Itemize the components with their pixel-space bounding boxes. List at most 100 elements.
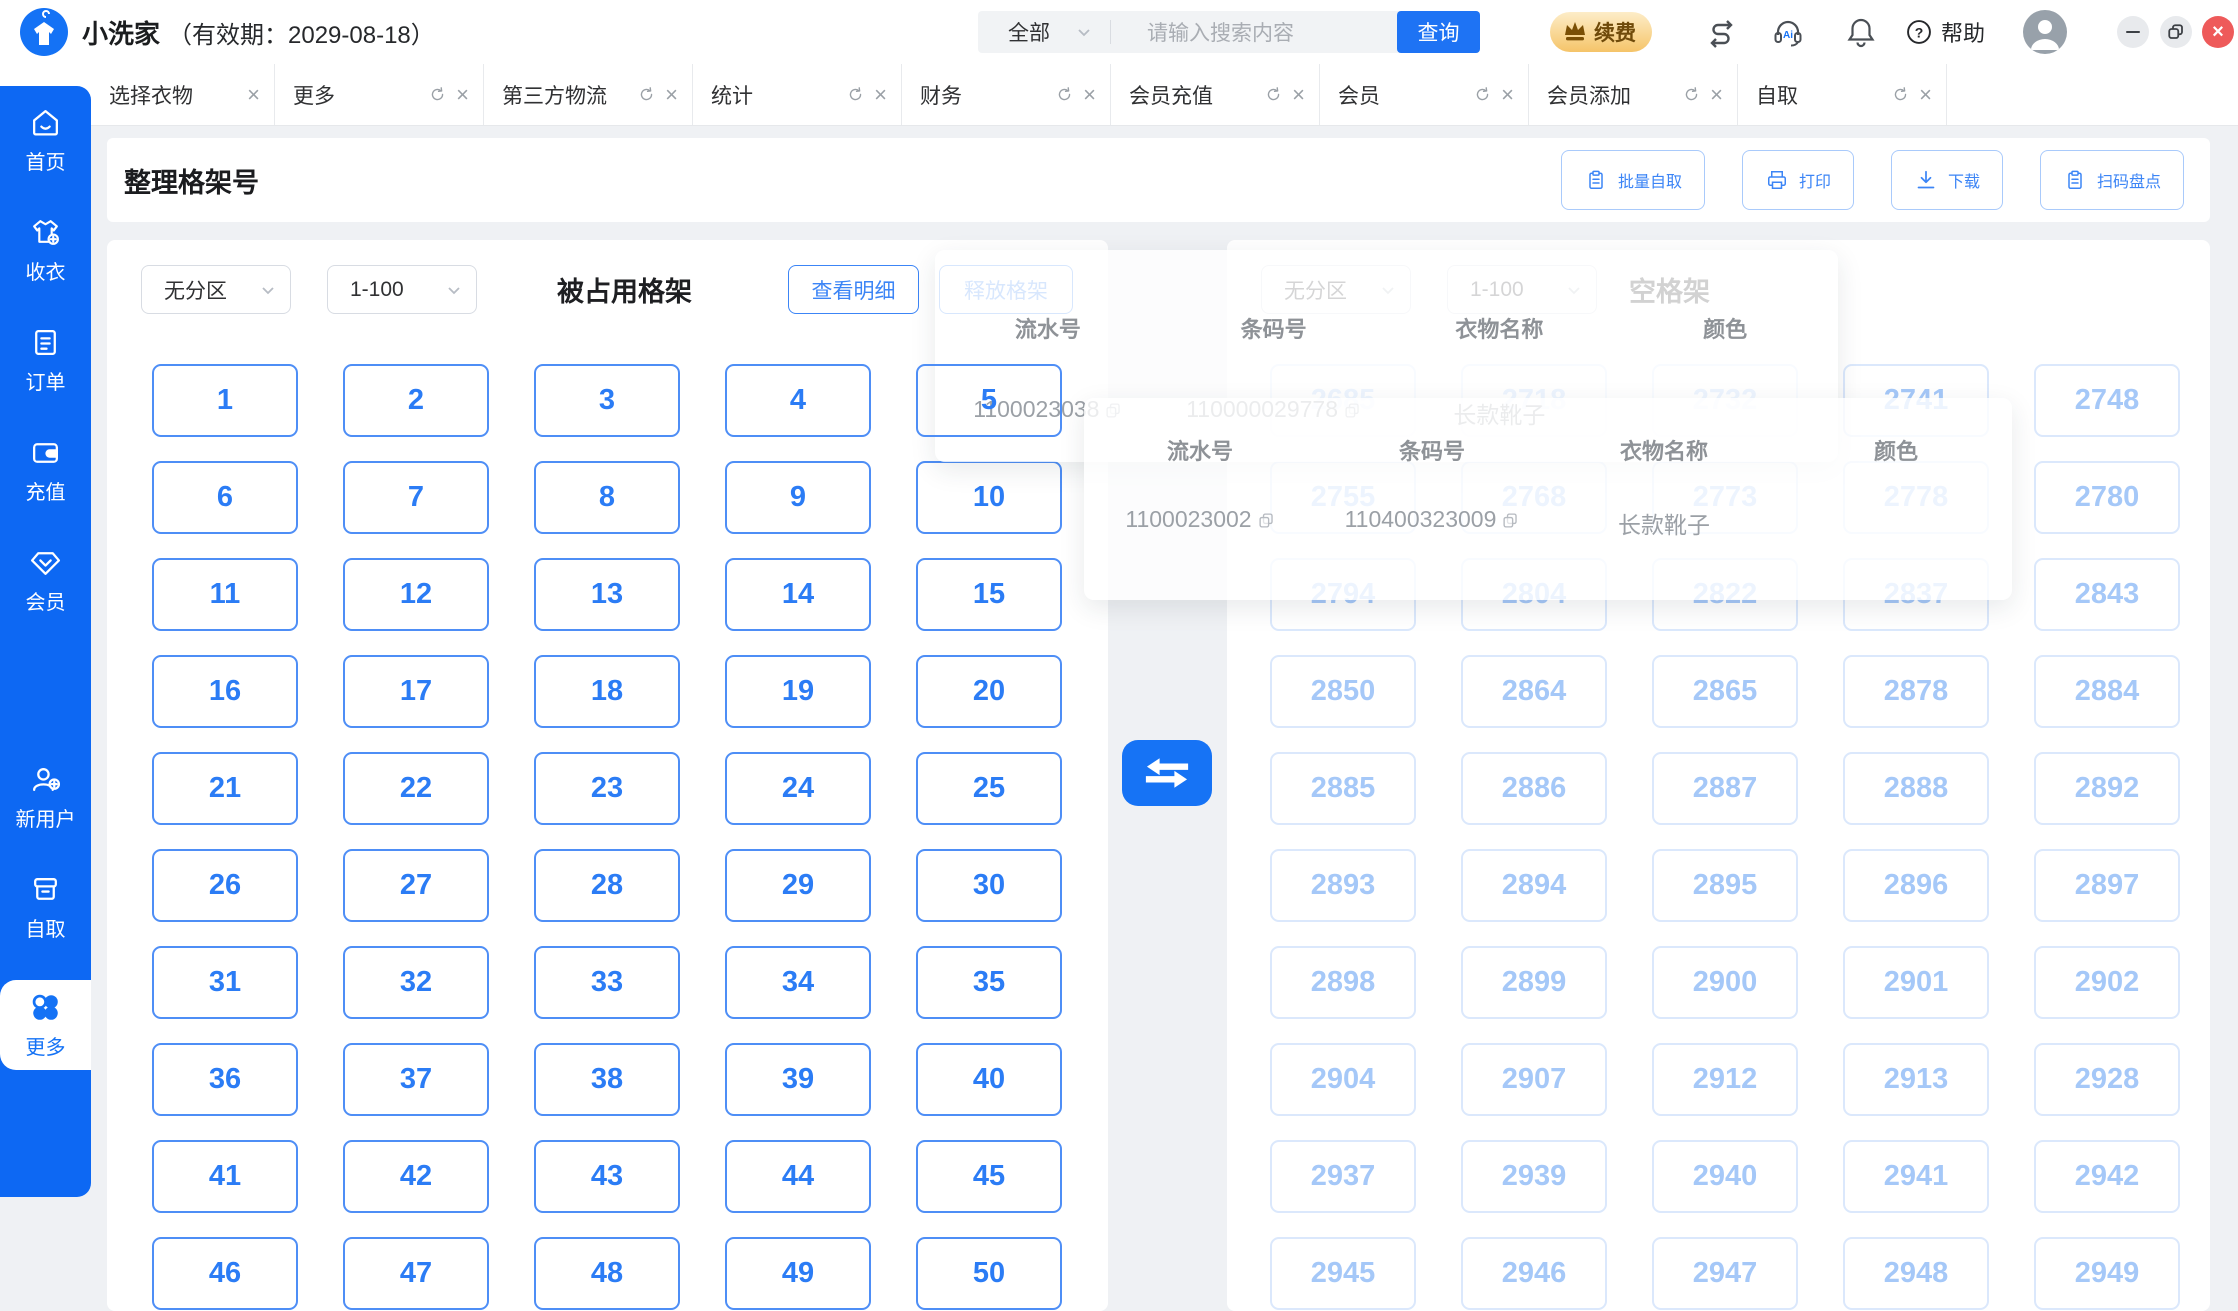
- rack-cell[interactable]: 26: [152, 849, 298, 922]
- rack-cell[interactable]: 40: [916, 1043, 1062, 1116]
- rack-cell[interactable]: 47: [343, 1237, 489, 1310]
- rack-cell[interactable]: 23: [534, 752, 680, 825]
- rack-cell[interactable]: 22: [343, 752, 489, 825]
- rack-cell[interactable]: 18: [534, 655, 680, 728]
- rack-cell[interactable]: 2907: [1461, 1043, 1607, 1116]
- rack-cell[interactable]: 2896: [1843, 849, 1989, 922]
- rack-cell[interactable]: 2780: [2034, 461, 2180, 534]
- sidebar-item-会员[interactable]: 会员: [0, 546, 91, 615]
- window-close-button[interactable]: ×: [2202, 16, 2234, 48]
- rack-cell[interactable]: 34: [725, 946, 871, 1019]
- rack-cell[interactable]: 9: [725, 461, 871, 534]
- rack-cell[interactable]: 2892: [2034, 752, 2180, 825]
- search-input[interactable]: 请输入搜索内容: [1111, 17, 1397, 47]
- user-avatar[interactable]: [2023, 10, 2067, 54]
- rack-cell[interactable]: 2947: [1652, 1237, 1798, 1310]
- rack-cell[interactable]: 2900: [1652, 946, 1798, 1019]
- sidebar-item-充值[interactable]: 充值: [0, 436, 91, 505]
- rack-cell[interactable]: 39: [725, 1043, 871, 1116]
- rack-cell[interactable]: 2945: [1270, 1237, 1416, 1310]
- window-restore-button[interactable]: [2160, 16, 2192, 48]
- rack-cell[interactable]: 2887: [1652, 752, 1798, 825]
- rack-cell[interactable]: 2939: [1461, 1140, 1607, 1213]
- tab-refresh-icon[interactable]: [1265, 86, 1282, 103]
- tab-refresh-icon[interactable]: [1683, 86, 1700, 103]
- rack-cell[interactable]: 2: [343, 364, 489, 437]
- rack-cell[interactable]: 38: [534, 1043, 680, 1116]
- tab-item[interactable]: 第三方物流×: [484, 64, 693, 125]
- rack-cell[interactable]: 2904: [1270, 1043, 1416, 1116]
- rack-cell[interactable]: 2850: [1270, 655, 1416, 728]
- rack-cell[interactable]: 41: [152, 1140, 298, 1213]
- tab-item[interactable]: 财务×: [902, 64, 1111, 125]
- rack-cell[interactable]: 2843: [2034, 558, 2180, 631]
- tab-item[interactable]: 统计×: [693, 64, 902, 125]
- tab-close-icon[interactable]: ×: [874, 84, 887, 106]
- tab-close-icon[interactable]: ×: [1919, 84, 1932, 106]
- rack-cell[interactable]: 13: [534, 558, 680, 631]
- swap-racks-button[interactable]: [1122, 740, 1212, 806]
- rack-cell[interactable]: 30: [916, 849, 1062, 922]
- rack-cell[interactable]: 25: [916, 752, 1062, 825]
- copy-icon[interactable]: [1496, 506, 1519, 532]
- tab-close-icon[interactable]: ×: [456, 84, 469, 106]
- rack-cell[interactable]: 36: [152, 1043, 298, 1116]
- rack-cell[interactable]: 7: [343, 461, 489, 534]
- rack-cell[interactable]: 42: [343, 1140, 489, 1213]
- help-button[interactable]: ? 帮助: [1905, 0, 1985, 64]
- rack-cell[interactable]: 5: [916, 364, 1062, 437]
- rack-cell[interactable]: 2902: [2034, 946, 2180, 1019]
- left-range-select[interactable]: 1-100: [327, 265, 477, 314]
- rack-cell[interactable]: 2899: [1461, 946, 1607, 1019]
- rack-cell[interactable]: 16: [152, 655, 298, 728]
- tab-refresh-icon[interactable]: [1056, 86, 1073, 103]
- rack-cell[interactable]: 2897: [2034, 849, 2180, 922]
- tab-item[interactable]: 会员添加×: [1529, 64, 1738, 125]
- tab-item[interactable]: 更多×: [275, 64, 484, 125]
- tab-refresh-icon[interactable]: [429, 86, 446, 103]
- rack-cell[interactable]: 21: [152, 752, 298, 825]
- rack-cell[interactable]: 50: [916, 1237, 1062, 1310]
- rack-cell[interactable]: 2893: [1270, 849, 1416, 922]
- transfer-icon[interactable]: [1705, 16, 1737, 48]
- sidebar-item-订单[interactable]: 订单: [0, 326, 91, 395]
- sidebar-item-更多[interactable]: 更多: [0, 980, 91, 1070]
- window-minimize-button[interactable]: [2117, 16, 2149, 48]
- rack-cell[interactable]: 12: [343, 558, 489, 631]
- copy-icon[interactable]: [1252, 506, 1275, 532]
- rack-cell[interactable]: 2913: [1843, 1043, 1989, 1116]
- rack-cell[interactable]: 2888: [1843, 752, 1989, 825]
- rack-cell[interactable]: 2941: [1843, 1140, 1989, 1213]
- rack-cell[interactable]: 14: [725, 558, 871, 631]
- 下载-button[interactable]: 下载: [1891, 150, 2003, 210]
- tab-item[interactable]: 选择衣物×: [91, 64, 275, 125]
- tab-item[interactable]: 会员×: [1320, 64, 1529, 125]
- tab-close-icon[interactable]: ×: [665, 84, 678, 106]
- sidebar-item-自取[interactable]: 自取: [0, 873, 91, 942]
- rack-cell[interactable]: 20: [916, 655, 1062, 728]
- rack-cell[interactable]: 10: [916, 461, 1062, 534]
- 批量自取-button[interactable]: 批量自取: [1561, 150, 1705, 210]
- search-scope-select[interactable]: 全部: [978, 17, 1110, 47]
- tab-close-icon[interactable]: ×: [1501, 84, 1514, 106]
- sidebar-item-新用户[interactable]: 新用户: [0, 763, 91, 832]
- tab-item[interactable]: 会员充值×: [1111, 64, 1320, 125]
- rack-cell[interactable]: 2864: [1461, 655, 1607, 728]
- rack-cell[interactable]: 31: [152, 946, 298, 1019]
- rack-cell[interactable]: 2912: [1652, 1043, 1798, 1116]
- sidebar-item-收衣[interactable]: 收衣: [0, 216, 91, 285]
- rack-cell[interactable]: 32: [343, 946, 489, 1019]
- view-detail-button[interactable]: 查看明细: [788, 265, 919, 314]
- tab-item[interactable]: 自取×: [1738, 64, 1947, 125]
- rack-cell[interactable]: 2948: [1843, 1237, 1989, 1310]
- rack-cell[interactable]: 3: [534, 364, 680, 437]
- tab-refresh-icon[interactable]: [1892, 86, 1909, 103]
- renew-button[interactable]: 续费: [1550, 12, 1652, 52]
- rack-cell[interactable]: 24: [725, 752, 871, 825]
- rack-cell[interactable]: 2928: [2034, 1043, 2180, 1116]
- rack-cell[interactable]: 37: [343, 1043, 489, 1116]
- rack-cell[interactable]: 48: [534, 1237, 680, 1310]
- rack-cell[interactable]: 2884: [2034, 655, 2180, 728]
- rack-cell[interactable]: 2885: [1270, 752, 1416, 825]
- rack-cell[interactable]: 6: [152, 461, 298, 534]
